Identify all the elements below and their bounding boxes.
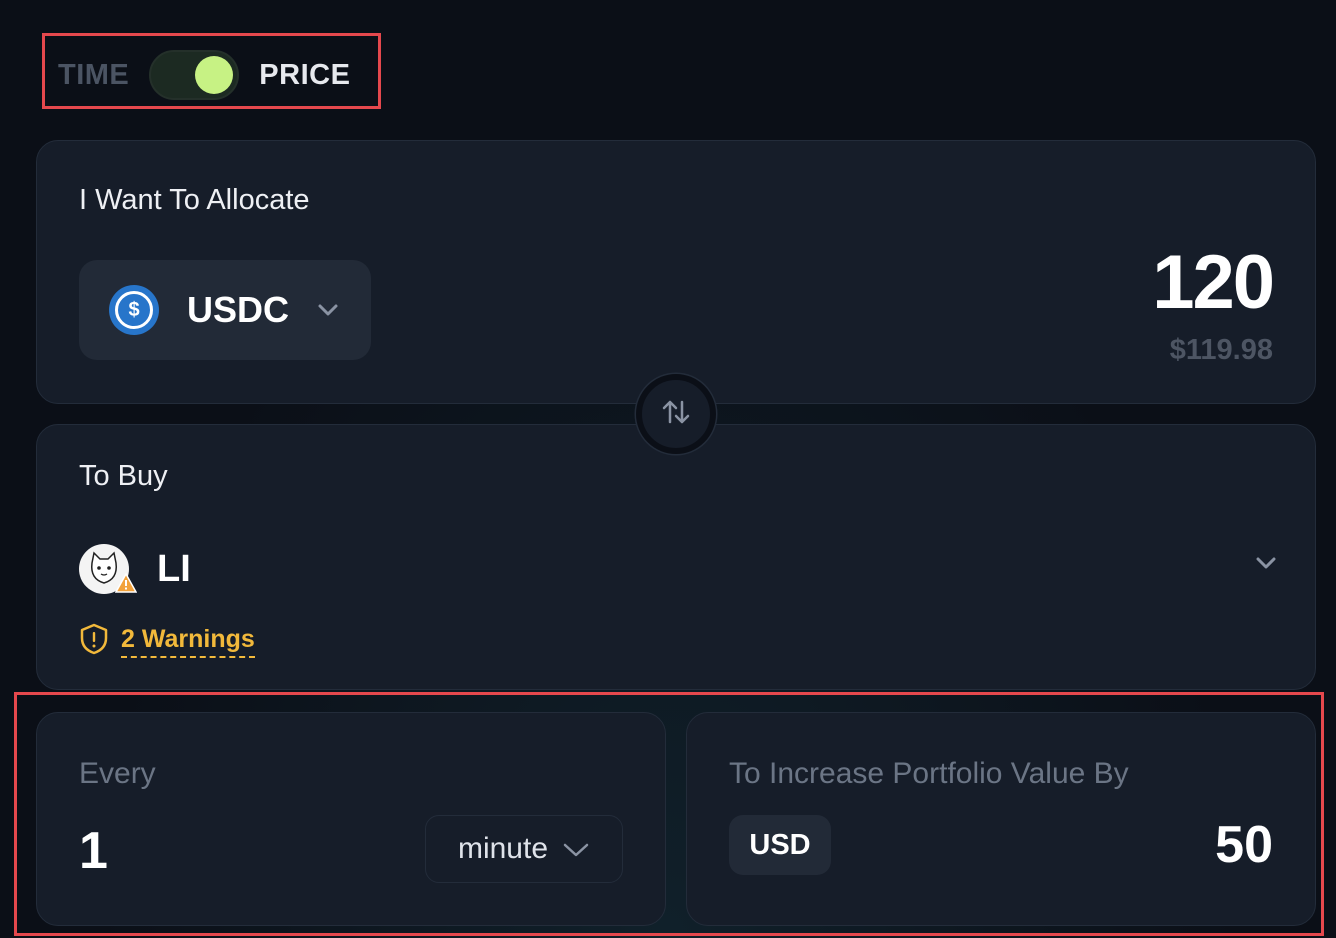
allocate-card: I Want To Allocate $ USDC 120 $119.98	[36, 140, 1316, 404]
cat-avatar-icon	[79, 544, 138, 594]
usdc-icon: $	[109, 285, 159, 335]
warnings-text[interactable]: 2 Warnings	[121, 625, 255, 658]
warnings-link[interactable]: 2 Warnings	[79, 623, 255, 660]
buy-token-name: LI	[157, 547, 191, 590]
allocate-token-name: USDC	[187, 289, 290, 330]
buy-token-select[interactable]: LI	[79, 544, 191, 594]
swap-arrows-icon	[661, 398, 691, 431]
buy-card: To Buy LI 2 Warnings	[36, 424, 1316, 690]
allocate-amount-usd: $119.98	[1169, 334, 1273, 366]
dca-order-panel: TIME PRICE I Want To Allocate $ USDC 120…	[0, 0, 1336, 938]
allocate-title: I Want To Allocate	[79, 184, 310, 216]
buy-title: To Buy	[79, 460, 168, 492]
toggle-highlight-box	[42, 33, 381, 109]
allocate-token-select[interactable]: $ USDC	[79, 260, 371, 360]
chevron-down-icon[interactable]	[1255, 556, 1277, 575]
chevron-down-icon	[317, 303, 339, 317]
allocate-amount-input[interactable]: 120	[1152, 239, 1275, 326]
bottom-highlight-box	[14, 692, 1324, 936]
shield-warning-icon	[79, 623, 109, 660]
warning-triangle-icon	[114, 572, 138, 598]
swap-button[interactable]	[636, 374, 716, 454]
